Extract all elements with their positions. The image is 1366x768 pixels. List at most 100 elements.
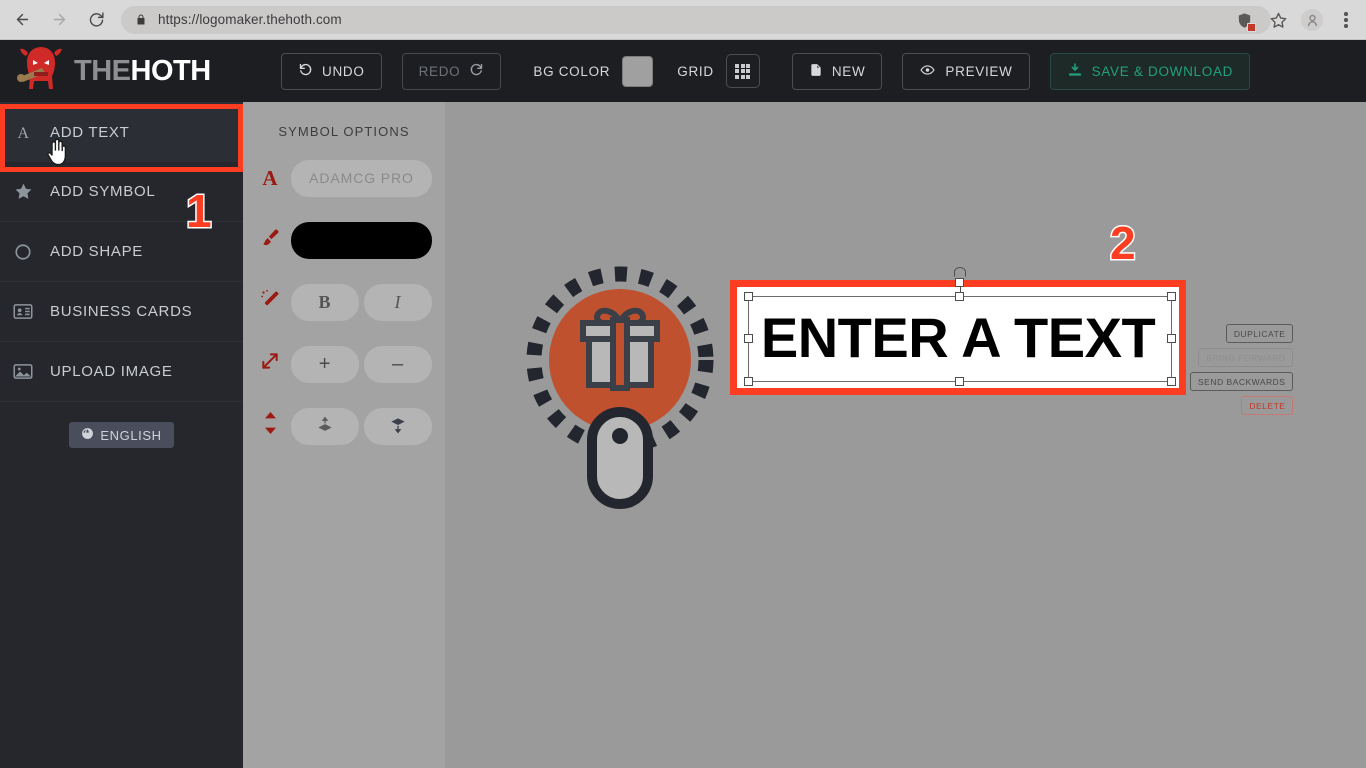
language-selector[interactable]: ENGLISH [69,422,174,448]
new-label: NEW [831,63,866,79]
forward-button[interactable] [44,5,74,35]
magic-wand-icon [249,289,291,316]
size-option-row: + – [243,333,445,395]
browser-toolbar: https://logomaker.thehoth.com [0,0,1366,40]
sidebar-label-business-cards: BUSINESS CARDS [50,303,193,320]
panel-title: SYMBOL OPTIONS [278,124,410,139]
app-header: THEHOTH UNDO REDO BG COLOR GRID NEW PREV… [0,40,1366,102]
gift-logo-graphic[interactable] [520,260,720,510]
color-swatch-pill[interactable] [291,221,432,259]
bring-to-front-button[interactable] [291,407,359,445]
handle-top-center[interactable] [955,292,964,301]
font-select[interactable]: ADAMCG PRO [291,159,432,197]
handle-middle-right[interactable] [1167,334,1176,343]
undo-button[interactable]: UNDO [281,52,382,90]
handle-bottom-center[interactable] [955,377,964,386]
decrease-size-button[interactable]: – [364,345,432,383]
menu-dots [1344,12,1348,28]
star-icon[interactable] [1264,6,1292,34]
duplicate-button[interactable]: DUPLICATE [1225,324,1294,343]
save-download-button[interactable]: SAVE & DOWNLOAD [1049,52,1251,90]
profile-avatar-icon[interactable] [1298,6,1326,34]
send-backwards-button[interactable]: SEND BACKWARDS [1190,372,1294,391]
back-arrow-icon [14,11,31,28]
new-button[interactable]: NEW [791,52,883,90]
handle-top-right[interactable] [1167,292,1176,301]
undo-label: UNDO [322,63,365,79]
avatar [1301,9,1323,31]
logo-canvas[interactable]: ENTER A TEXT DUPLICATE BRING FORWARD SEN… [445,102,1366,768]
sidebar-item-business-cards[interactable]: BUSINESS CARDS [0,282,243,342]
resize-arrows-icon [249,351,291,377]
lock-icon [135,13,147,26]
circle-icon [12,243,34,261]
increase-size-button[interactable]: + [291,345,359,383]
handle-middle-left[interactable] [744,334,753,343]
star-icon [12,182,34,201]
address-bar[interactable]: https://logomaker.thehoth.com [121,5,1271,34]
grid-toggle-button[interactable] [725,54,760,88]
grid-icon [735,63,751,79]
language-row: ENGLISH [0,402,243,448]
save-download-label: SAVE & DOWNLOAD [1091,63,1234,79]
hoth-monster-icon [12,43,70,100]
italic-button[interactable]: I [364,283,432,321]
decrease-label: – [391,352,405,375]
sidebar-item-upload-image[interactable]: UPLOAD IMAGE [0,342,243,402]
handle-bottom-right[interactable] [1167,377,1176,386]
preview-label: PREVIEW [945,63,1013,79]
editor-toolbar: UNDO REDO BG COLOR GRID NEW PREVIEW SAVE… [243,52,1251,90]
globe-icon [81,427,94,443]
sidebar-item-add-text[interactable]: A ADD TEXT [0,102,243,162]
forward-arrow-icon [51,11,68,28]
selection-frame [744,267,1176,386]
extension-shield-icon[interactable] [1230,6,1258,34]
layer-group [291,407,432,445]
reload-icon [88,11,105,28]
italic-label: I [394,291,402,312]
browser-actions [1224,0,1366,40]
brand-name-the: THE [74,54,131,87]
redo-label: REDO [418,63,461,79]
svg-text:A: A [17,125,29,142]
font-option-row: A ADAMCG PRO [243,147,445,209]
bg-color-control: BG COLOR [521,55,665,87]
reload-button[interactable] [81,5,111,35]
style-option-row: B I [243,271,445,333]
rotation-handle[interactable] [955,278,964,287]
bring-forward-button[interactable]: BRING FORWARD [1198,348,1294,367]
brand-name: THEHOTH [74,55,211,88]
three-dot-menu-icon[interactable] [1332,6,1360,34]
grid-control: GRID [665,54,772,88]
annotation-number-1: 1 [185,184,214,239]
new-document-icon [809,62,823,81]
back-button[interactable] [7,5,37,35]
extension-badge [1247,23,1256,32]
size-group: + – [291,345,432,383]
handle-bottom-left[interactable] [744,377,753,386]
text-a-icon: A [12,123,34,142]
bg-color-swatch[interactable] [622,55,654,87]
send-to-back-button[interactable] [364,407,432,445]
business-card-icon [12,303,34,320]
paintbrush-icon [249,227,291,254]
brand-logo[interactable]: THEHOTH [0,43,243,100]
sidebar-label-add-symbol: ADD SYMBOL [50,183,156,200]
text-style-group: B I [291,283,432,321]
handle-top-left[interactable] [744,292,753,301]
bold-button[interactable]: B [291,283,359,321]
brand-name-hoth: HOTH [130,54,212,87]
annotation-number-2: 2 [1109,216,1138,271]
url-text: https://logomaker.thehoth.com [158,12,342,27]
increase-label: + [318,352,332,375]
redo-button[interactable]: REDO [401,52,502,90]
bg-color-label: BG COLOR [533,63,611,79]
object-context-menu: DUPLICATE BRING FORWARD SEND BACKWARDS D… [1190,324,1294,415]
hand-pointer-cursor [46,138,68,171]
preview-button[interactable]: PREVIEW [902,52,1030,90]
layer-updown-icon [249,412,291,440]
grid-label: GRID [677,63,714,79]
delete-button[interactable]: DELETE [1241,396,1294,415]
sidebar-label-upload-image: UPLOAD IMAGE [50,363,173,380]
font-a-icon: A [262,165,278,190]
